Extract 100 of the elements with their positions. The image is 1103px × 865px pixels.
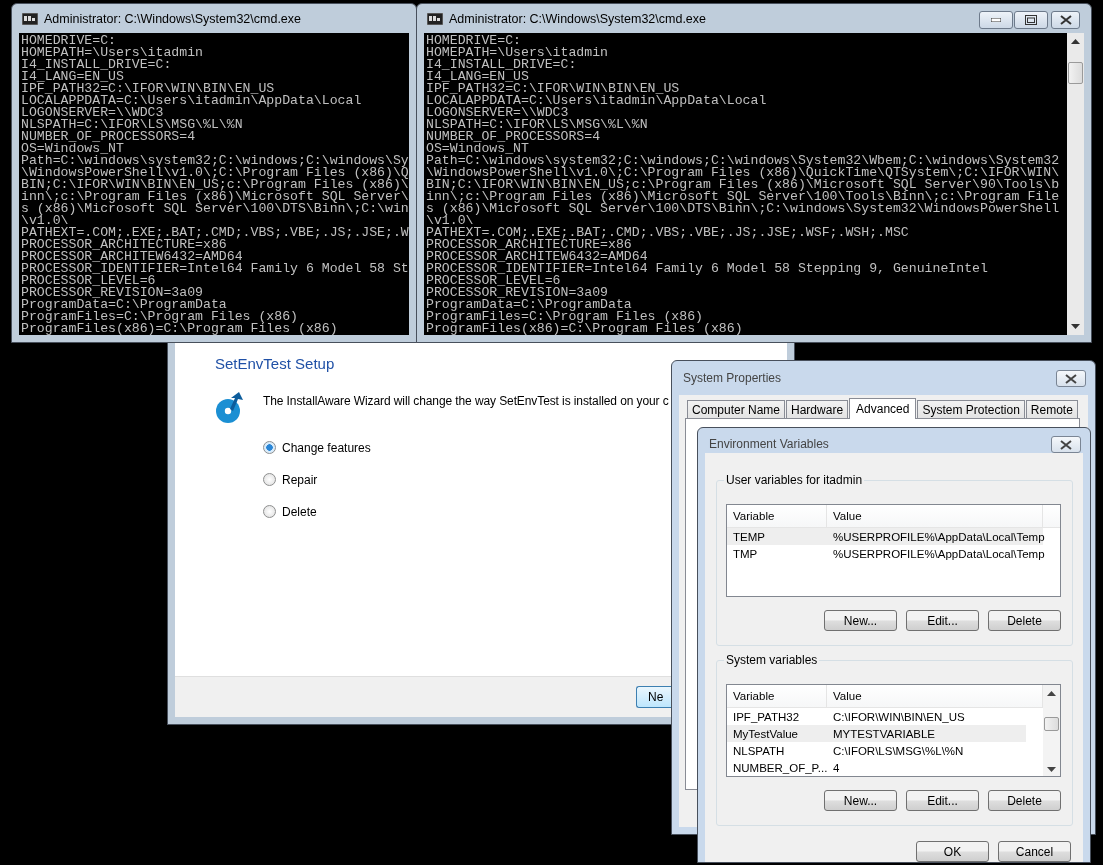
variable-value: C:\IFOR\LS\MSG\%L\%N <box>832 744 964 757</box>
scroll-thumb[interactable] <box>1044 717 1059 731</box>
console-line: s (x86)\Microsoft SQL Server\100\DTS\Binn\;C:\win <box>21 203 409 215</box>
scrollbar[interactable] <box>1043 685 1060 776</box>
console-line: PROCESSOR_IDENTIFIER=Intel64 Family 6 Model 58 St <box>21 263 409 275</box>
scroll-up-icon <box>1047 691 1056 696</box>
variable-name: MyTestValue <box>732 727 799 740</box>
minimize-button[interactable] <box>979 11 1013 29</box>
console-line: PROCESSOR_REVISION=3a09 <box>426 287 609 299</box>
dialog-button[interactable]: New... <box>824 790 897 811</box>
dialog-button[interactable]: Delete <box>988 610 1061 631</box>
dialog-button[interactable]: Edit... <box>906 790 979 811</box>
dialog-button[interactable]: Edit... <box>906 610 979 631</box>
console-line: PATHEXT=.COM;.EXE;.BAT;.CMD;.VBS;.VBE;.JS;.JSE;.W <box>21 227 409 239</box>
variable-value: MYTESTVARIABLE <box>832 727 936 740</box>
console-icon <box>427 12 443 25</box>
console-line: NLSPATH=C:\IFOR\LS\MSG\%L\%N <box>21 119 244 131</box>
console-line: IPF_PATH32=C:\IFOR\WIN\BIN\EN_US <box>426 83 680 95</box>
tab[interactable]: System Protection <box>917 400 1025 418</box>
dialog-button[interactable]: Cancel <box>998 841 1071 862</box>
variable-name: NUMBER_OF_P... <box>732 761 827 774</box>
console-line: PATHEXT=.COM;.EXE;.BAT;.CMD;.VBS;.VBE;.JS;.JSE;.WSF;.WSH;.MSC <box>426 227 910 239</box>
console-line: NUMBER_OF_PROCESSORS=4 <box>426 131 602 143</box>
window-title: System Properties <box>682 371 782 385</box>
console-line: ProgramData=C:\ProgramData <box>21 299 227 311</box>
list-row[interactable]: NUMBER_OF_P... 4 <box>727 759 1026 776</box>
console-line: IPF_PATH32=C:\IFOR\WIN\BIN\EN_US <box>21 83 275 95</box>
close-button[interactable] <box>1051 11 1080 29</box>
radio-button[interactable] <box>263 473 276 486</box>
console-line: PROCESSOR_ARCHITECTURE=x86 <box>426 239 632 251</box>
radio-label: Repair <box>282 472 318 487</box>
console-line: LOCALAPPDATA=C:\Users\itadmin\AppData\Local <box>426 95 768 107</box>
console-line: \WindowsPowerShell\v1.0\;C:\Program Files (x86)\Q <box>21 167 409 179</box>
tab[interactable]: Advanced <box>849 398 917 419</box>
list-row[interactable]: TEMP %USERPROFILE%\AppData\Local\Temp <box>727 528 1043 545</box>
console-line: \v1.0\ <box>426 215 474 227</box>
list-row[interactable]: NLSPATH C:\IFOR\LS\MSG\%L\%N <box>727 742 1026 759</box>
console-line: I4_INSTALL_DRIVE=C: <box>21 59 173 71</box>
scroll-thumb[interactable] <box>1068 62 1083 84</box>
variable-value: %USERPROFILE%\AppData\Local\Temp <box>832 530 1045 543</box>
radio-button[interactable] <box>263 505 276 518</box>
list-row[interactable]: IPF_PATH32 C:\IFOR\WIN\BIN\EN_US <box>727 708 1026 725</box>
console-line: OS=Windows_NT <box>426 143 529 155</box>
console-line: NUMBER_OF_PROCESSORS=4 <box>21 131 197 143</box>
console-line: I4_LANG=EN_US <box>21 71 124 83</box>
close-icon <box>1060 439 1072 450</box>
console-line: ProgramFiles=C:\Program Files (x86) <box>426 311 704 323</box>
console-line: ProgramFiles(x86)=C:\Program Files (x86) <box>21 323 339 335</box>
scroll-down-icon <box>1047 767 1056 772</box>
console-line: LOGONSERVER=\\WDC3 <box>426 107 569 119</box>
dialog-button[interactable]: New... <box>824 610 897 631</box>
variable-value: 4 <box>832 761 840 774</box>
console-line: PROCESSOR_ARCHITEW6432=AMD64 <box>21 251 244 263</box>
console-line: I4_LANG=EN_US <box>426 71 529 83</box>
close-icon <box>1065 373 1077 384</box>
close-button[interactable] <box>1056 370 1086 387</box>
group-title: User variables for itadmin <box>724 473 865 487</box>
tab[interactable]: Hardware <box>786 400 849 418</box>
console-line: HOMEDRIVE=C: <box>426 35 521 47</box>
dialog-button[interactable]: Delete <box>988 790 1061 811</box>
list-row[interactable]: MyTestValue MYTESTVARIABLE <box>727 725 1026 742</box>
column-header[interactable]: Value <box>827 505 1043 527</box>
console-line: LOGONSERVER=\\WDC3 <box>21 107 164 119</box>
console-line: inn\;c:\Program Files (x86)\Microsoft SQL Server\ <box>21 191 409 203</box>
console-line: PROCESSOR_ARCHITECTURE=x86 <box>21 239 227 251</box>
maximize-icon <box>1025 15 1037 25</box>
scrollbar[interactable] <box>1067 33 1084 335</box>
tab[interactable]: Remote <box>1025 400 1078 418</box>
window-title: Administrator: C:\Windows\System32\cmd.exe <box>449 11 707 26</box>
scroll-down-icon <box>1071 324 1080 329</box>
console-line: ProgramFiles=C:\Program Files (x86) <box>21 311 299 323</box>
variable-name: TMP <box>732 547 759 560</box>
console-line: PROCESSOR_ARCHITEW6432=AMD64 <box>426 251 649 263</box>
console-line: I4_INSTALL_DRIVE=C: <box>426 59 578 71</box>
variable-name: IPF_PATH32 <box>732 710 801 723</box>
console-line: HOMEPATH=\Users\itadmin <box>426 47 610 59</box>
list-row[interactable]: TMP %USERPROFILE%\AppData\Local\Temp <box>727 545 1043 562</box>
variable-name: NLSPATH <box>732 744 786 757</box>
tab[interactable]: Computer Name <box>687 400 786 418</box>
column-header[interactable]: Variable <box>727 685 827 707</box>
maximize-button[interactable] <box>1014 11 1048 29</box>
window-title: Administrator: C:\Windows\System32\cmd.exe <box>44 11 302 26</box>
console-line: LOCALAPPDATA=C:\Users\itadmin\AppData\Local <box>21 95 363 107</box>
console-line: BIN;C:\IFOR\WIN\BIN\EN_US;c:\Program Files (x86)\Microsoft SQL Server\90\Tools\b <box>426 179 1061 191</box>
column-header[interactable]: Variable <box>727 505 827 527</box>
console-line: NLSPATH=C:\IFOR\LS\MSG\%L\%N <box>426 119 649 131</box>
variable-value: C:\IFOR\WIN\BIN\EN_US <box>832 710 965 723</box>
console-line: PROCESSOR_REVISION=3a09 <box>21 287 204 299</box>
console-line: ProgramData=C:\ProgramData <box>426 299 632 311</box>
scroll-up-icon <box>1071 39 1080 44</box>
radio-button[interactable] <box>263 441 276 454</box>
console-line: BIN;C:\IFOR\WIN\BIN\EN_US;c:\Program Files (x86)\ <box>21 179 409 191</box>
radio-label: Change features <box>282 440 371 455</box>
minimize-icon <box>991 18 1001 22</box>
console-icon <box>22 12 38 25</box>
console-line: PROCESSOR_LEVEL=6 <box>21 275 156 287</box>
console-line: ProgramFiles(x86)=C:\Program Files (x86) <box>426 323 744 335</box>
dialog-button[interactable]: OK <box>916 841 989 862</box>
close-button[interactable] <box>1051 436 1081 453</box>
console-line: HOMEPATH=\Users\itadmin <box>21 47 205 59</box>
